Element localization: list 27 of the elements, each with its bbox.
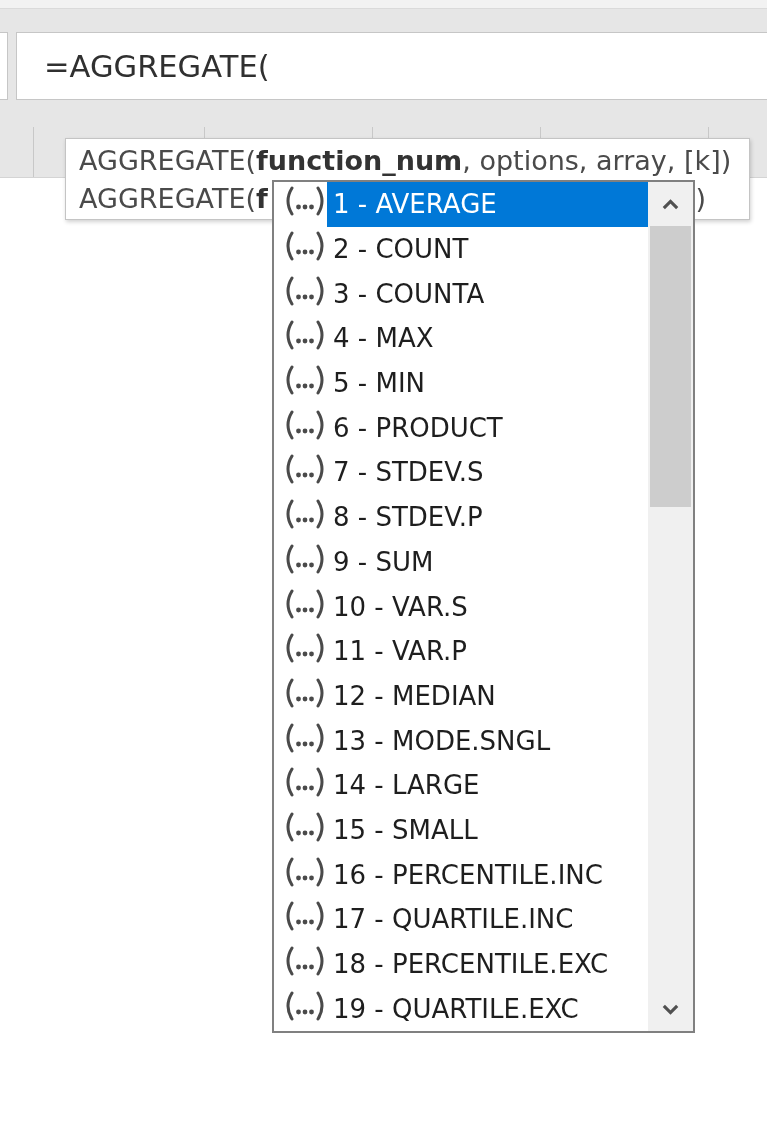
function-option[interactable]: 12 - MEDIAN [327,673,648,719]
formula-field[interactable]: =AGGREGATE( [16,32,767,100]
function-option[interactable]: 16 - PERCENTILE.INC [327,852,648,897]
function-option[interactable]: 17 - QUARTILE.INC [327,897,648,942]
function-option[interactable]: 1 - AVERAGE [327,182,648,227]
function-option[interactable]: 11 - VAR.P [327,628,648,674]
function-option[interactable]: 10 - VAR.S [327,584,648,629]
function-option[interactable]: 9 - SUM [327,539,648,585]
chevron-down-icon [662,1003,679,1015]
name-box-field[interactable] [0,32,8,100]
function-signature-end: ) [695,182,706,214]
function-option[interactable]: 6 - PRODUCT [327,405,648,451]
scrollbar-thumb[interactable] [650,226,691,507]
function-option[interactable]: 15 - SMALL [327,807,648,853]
function-option[interactable]: 14 - LARGE [327,762,648,808]
function-option[interactable]: 5 - MIN [327,360,648,406]
chevron-up-icon [662,198,679,210]
function-option[interactable]: 4 - MAX [327,316,648,361]
function-option[interactable]: 18 - PERCENTILE.EXC [327,941,648,987]
function-option[interactable]: 13 - MODE.SNGL [327,718,648,763]
function-signature: AGGREGATE(f [79,182,268,214]
function-option[interactable]: 19 - QUARTILE.EXC [327,986,648,1032]
function-option[interactable]: 2 - COUNT [327,226,648,272]
function-option[interactable]: 7 - STDEV.S [327,450,648,495]
function-signature: AGGREGATE(function_num, options, array, [k]) [79,144,732,176]
function-option[interactable]: 8 - STDEV.P [327,494,648,540]
function-option[interactable]: 3 - COUNTA [327,271,648,317]
